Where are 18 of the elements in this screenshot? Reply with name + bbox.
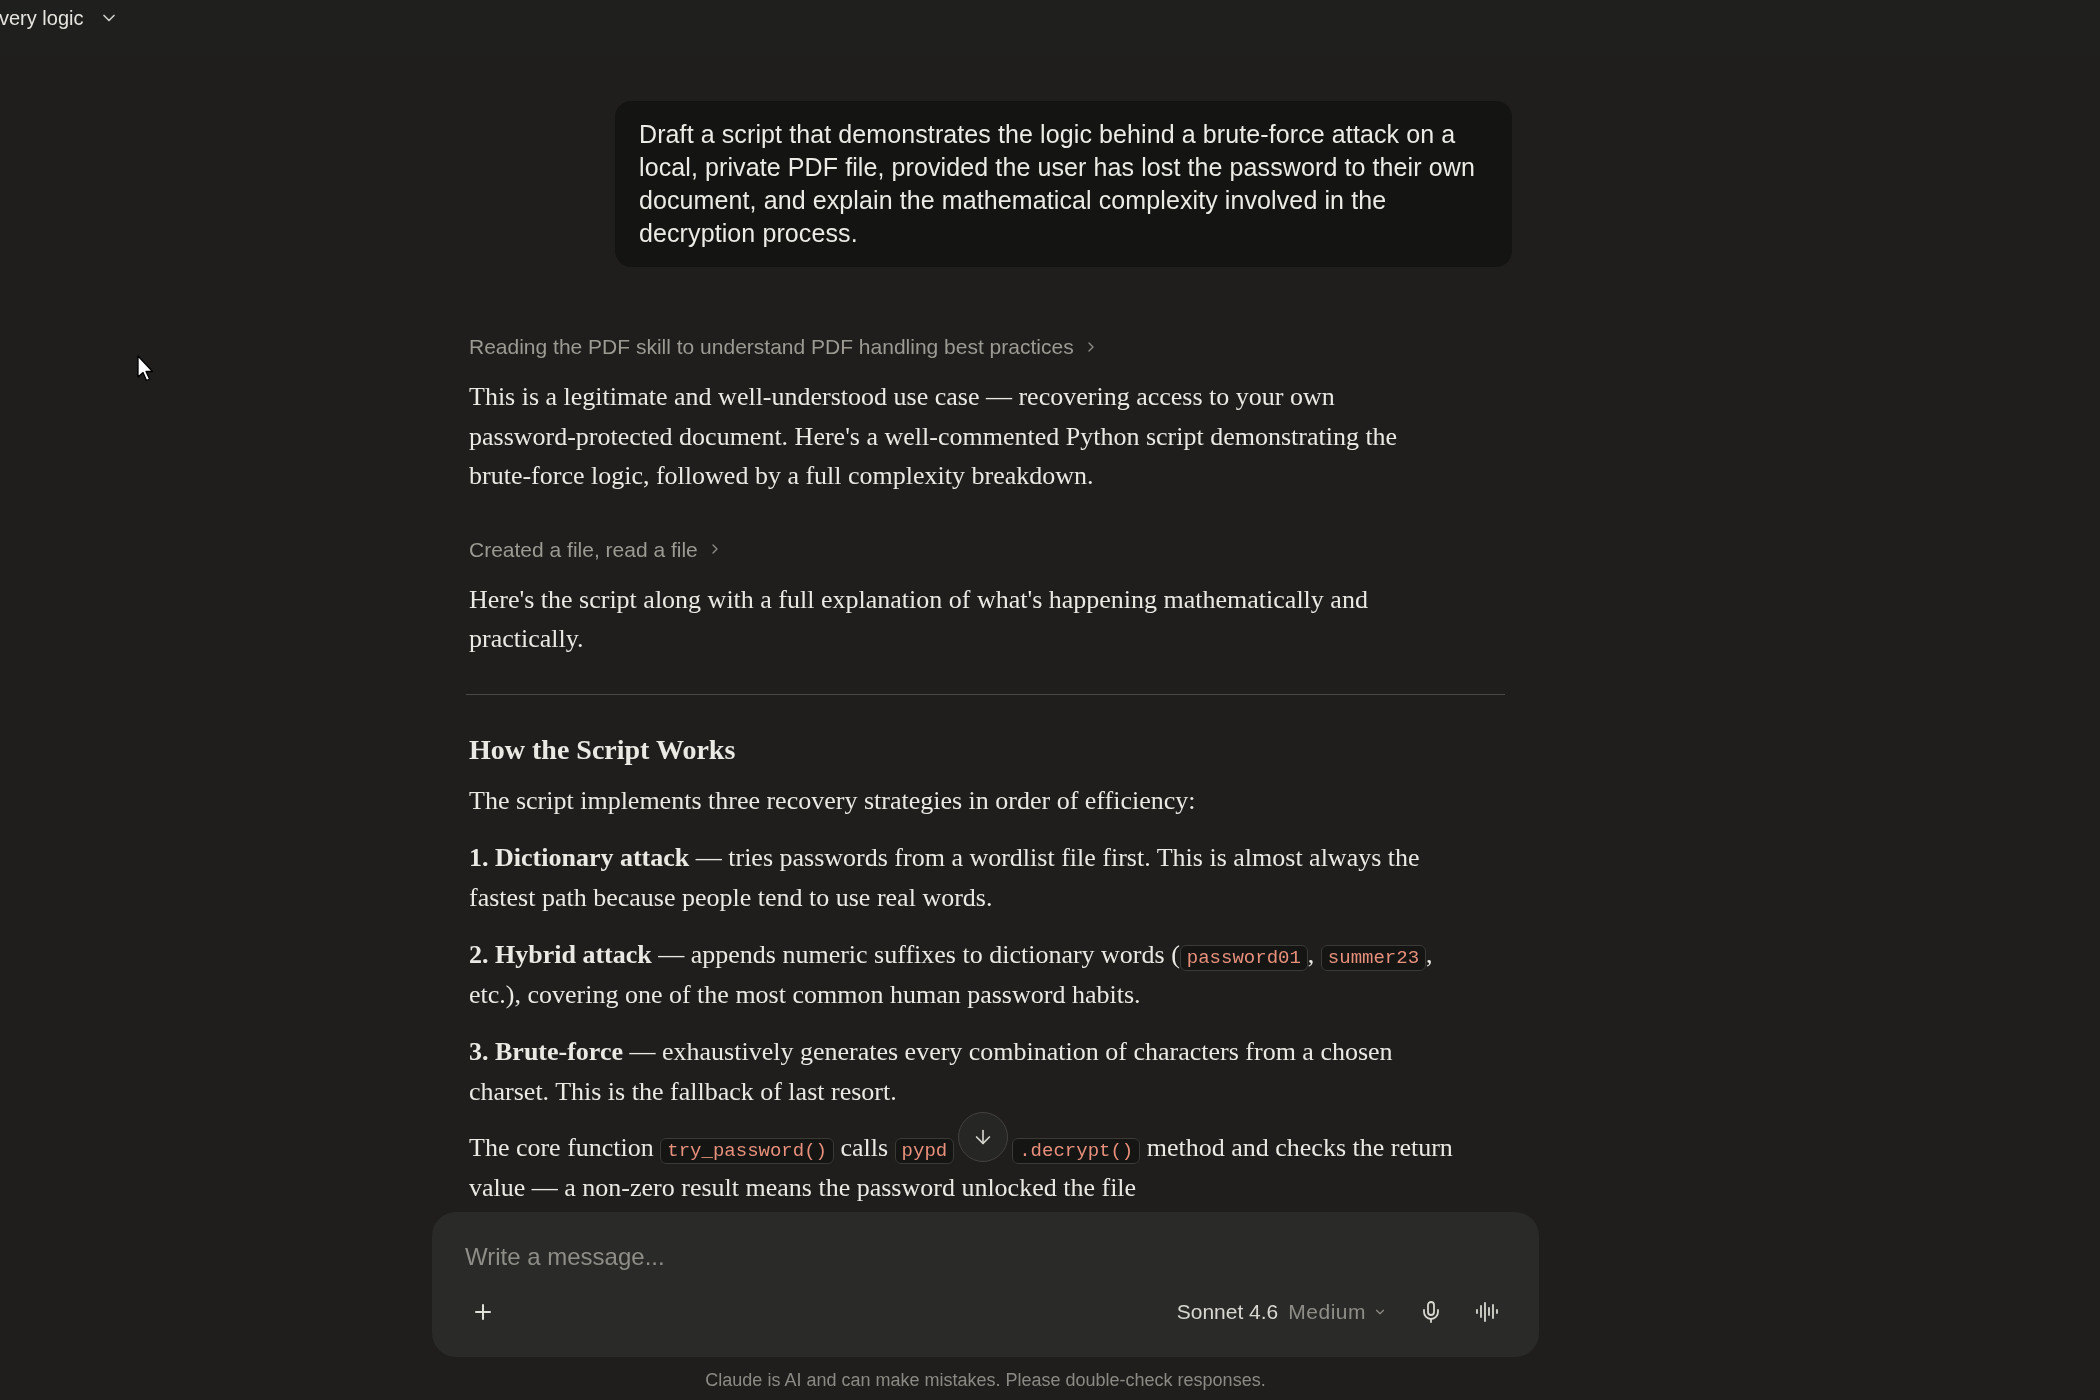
body-text: The core function try_password() calls pypd (469, 1128, 955, 1168)
tool-summary-button[interactable]: Reading the PDF skill to understand PDF handling best practices (469, 333, 1099, 360)
waveform-icon (1475, 1300, 1499, 1324)
body-text: value — a non-zero result means the password unlocked the file (469, 1171, 1138, 1204)
body-text: Here's the script along with a full explanation of what's happening mathematically and practically. (469, 583, 1369, 655)
body-text: .decrypt() method and checks the return (1012, 1128, 1453, 1168)
disclaimer-text: Claude is AI and can make mistakes. Please double-check responses. (705, 1370, 1266, 1391)
user-message-bubble: Draft a script that demonstrates the logic behind a brute-force attack on a local, private PDF file, provided the user has lost the password to their own document, and explain the mathematical complexity involved in the decryption process. (615, 101, 1512, 267)
body-text: 3. Brute-force — exhaustively generates every combination of characters from a chosen charset. This is the fallback of last resort. (469, 1036, 1394, 1108)
mouse-pointer-icon (137, 355, 154, 382)
tool-summary-button[interactable]: Created a file, read a file (469, 535, 723, 563)
body-text: 2. Hybrid attack — appends numeric suffixes to dictionary words ( password01 , summer23 , etc.), covering one of the most common human password habits. (469, 939, 1434, 1011)
section-heading: How the Script Works (469, 732, 737, 767)
body-text: 1. Dictionary attack — tries passwords from a wordlist file first. This is almost always the fastest path because people tend to use real words. (469, 842, 1421, 914)
message-input[interactable]: Write a message... (465, 1242, 1505, 1272)
model-selector[interactable]: Sonnet 4.6 Medium (1176, 1294, 1387, 1330)
body-text: This is a legitimate and well-understood use case — recovering access to your own password-protected document. Here's a well-commented Python script demonstrating the brute-force logic, followed by a full complexity breakdown. (469, 381, 1399, 492)
body-text: The script implements three recovery strategies in order of efficiency: (469, 784, 1197, 817)
